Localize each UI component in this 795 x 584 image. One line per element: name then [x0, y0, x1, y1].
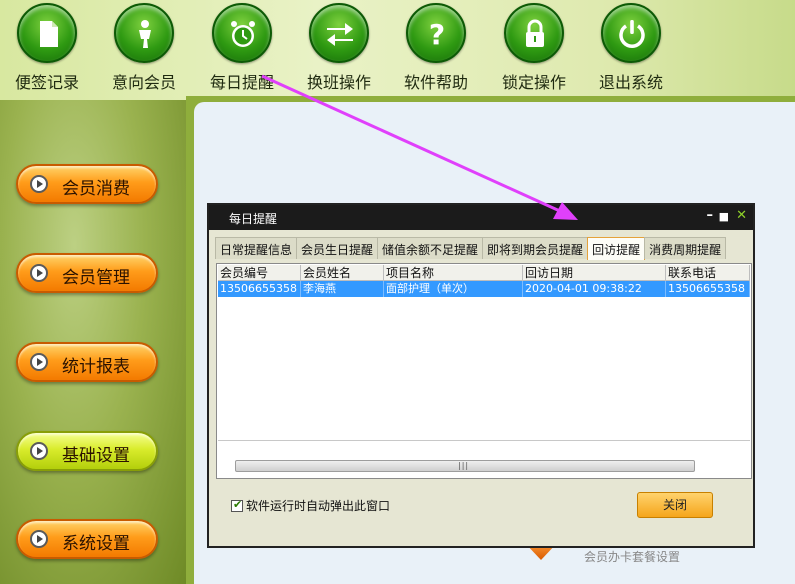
toolbar-label: 软件帮助	[403, 73, 468, 92]
column-header[interactable]: 会员姓名	[301, 265, 384, 281]
svg-text:?: ?	[429, 18, 445, 51]
toolbar-item-shift-change[interactable]: 换班操作	[297, 3, 381, 93]
sidebar: 会员消费 会员管理 统计报表 基础设置 系统设置	[0, 100, 186, 584]
toolbar-item-exit[interactable]: 退出系统	[589, 3, 673, 93]
table-cell: 李海燕	[301, 281, 384, 297]
divider	[218, 440, 750, 441]
toolbar-label: 每日提醒	[209, 73, 274, 92]
auto-popup-label: 软件运行时自动弹出此窗口	[246, 499, 391, 513]
checkbox-checked-icon[interactable]	[231, 498, 243, 512]
minimize-icon[interactable]: –	[707, 208, 714, 223]
sidebar-item-label: 统计报表	[62, 357, 130, 377]
toolbar-label: 便签记录	[14, 73, 79, 92]
dialog-title: 每日提醒	[229, 212, 278, 226]
top-toolbar: 便签记录 意向会员 每日提醒 换班操作 ? 软件帮助 锁定操作 退出系统	[0, 0, 795, 100]
column-header[interactable]: 联系电话	[666, 265, 750, 281]
sidebar-item-label: 系统设置	[62, 534, 130, 554]
column-header[interactable]: 项目名称	[384, 265, 523, 281]
tab-expiring-members[interactable]: 即将到期会员提醒	[482, 237, 589, 259]
auto-popup-checkbox[interactable]: 软件运行时自动弹出此窗口	[231, 497, 390, 514]
tab-daily-info[interactable]: 日常提醒信息	[215, 237, 298, 259]
play-icon	[30, 175, 48, 193]
toolbar-label: 退出系统	[598, 73, 663, 92]
dialog-titlebar[interactable]: 每日提醒 – ■ ✕	[209, 205, 753, 230]
sidebar-item-member-consumption[interactable]: 会员消费	[16, 164, 158, 204]
toolbar-label: 锁定操作	[501, 73, 566, 92]
play-icon	[30, 442, 48, 460]
lock-icon	[504, 3, 564, 63]
table-row[interactable]: 13506655358 李海燕 面部护理（单次） 2020-04-01 09:3…	[218, 281, 750, 297]
close-icon[interactable]: ✕	[736, 208, 747, 223]
sidebar-item-label: 会员管理	[62, 268, 130, 288]
tab-consumption-cycle[interactable]: 消费周期提醒	[644, 237, 727, 259]
maximize-icon[interactable]: ■	[719, 210, 729, 223]
tab-low-balance[interactable]: 储值余额不足提醒	[377, 237, 484, 259]
alarm-clock-icon	[212, 3, 272, 63]
sidebar-item-basic-settings[interactable]: 基础设置	[16, 431, 158, 471]
toolbar-label: 意向会员	[111, 73, 176, 92]
toolbar-item-lock[interactable]: 锁定操作	[492, 3, 576, 93]
table-cell: 13506655358	[218, 281, 301, 297]
sidebar-item-label: 会员消费	[62, 179, 130, 199]
scroll-grip[interactable]: |||	[458, 461, 469, 470]
tab-birthday[interactable]: 会员生日提醒	[296, 237, 379, 259]
toolbar-item-notes[interactable]: 便签记录	[5, 3, 89, 93]
power-icon	[601, 3, 661, 63]
toolbar-label: 换班操作	[306, 73, 371, 92]
toolbar-item-help[interactable]: ? 软件帮助	[394, 3, 478, 93]
play-icon	[30, 264, 48, 282]
follow-up-table: 会员编号 会员姓名 项目名称 回访日期 联系电话 13506655358 李海燕…	[216, 263, 752, 479]
background-caption: 会员办卡套餐设置	[584, 550, 681, 564]
column-header[interactable]: 回访日期	[523, 265, 666, 281]
toolbar-item-daily-reminder[interactable]: 每日提醒	[200, 3, 284, 93]
play-icon	[30, 353, 48, 371]
sidebar-item-system-settings[interactable]: 系统设置	[16, 519, 158, 559]
sidebar-item-member-management[interactable]: 会员管理	[16, 253, 158, 293]
play-icon	[30, 530, 48, 548]
sidebar-item-label: 基础设置	[62, 446, 130, 466]
person-icon	[114, 3, 174, 63]
help-icon: ?	[406, 3, 466, 63]
table-cell: 面部护理（单次）	[384, 281, 523, 297]
table-header: 会员编号 会员姓名 项目名称 回访日期 联系电话	[218, 265, 750, 281]
dialog-tabs: 日常提醒信息 会员生日提醒 储值余额不足提醒 即将到期会员提醒 回访提醒 消费周期提醒	[215, 237, 727, 260]
toolbar-item-prospects[interactable]: 意向会员	[102, 3, 186, 93]
horizontal-scrollbar[interactable]: |||	[235, 460, 695, 472]
daily-reminder-dialog: 每日提醒 – ■ ✕ 日常提醒信息 会员生日提醒 储值余额不足提醒 即将到期会员提醒回…	[207, 203, 755, 548]
table-cell: 2020-04-01 09:38:22	[523, 281, 666, 297]
swap-arrows-icon	[309, 3, 369, 63]
tab-follow-up[interactable]: 回访提醒	[587, 237, 646, 260]
column-header[interactable]: 会员编号	[218, 265, 301, 281]
note-icon	[17, 3, 77, 63]
sidebar-item-reports[interactable]: 统计报表	[16, 342, 158, 382]
close-button[interactable]: 关闭	[637, 492, 713, 518]
table-cell: 13506655358	[666, 281, 750, 297]
